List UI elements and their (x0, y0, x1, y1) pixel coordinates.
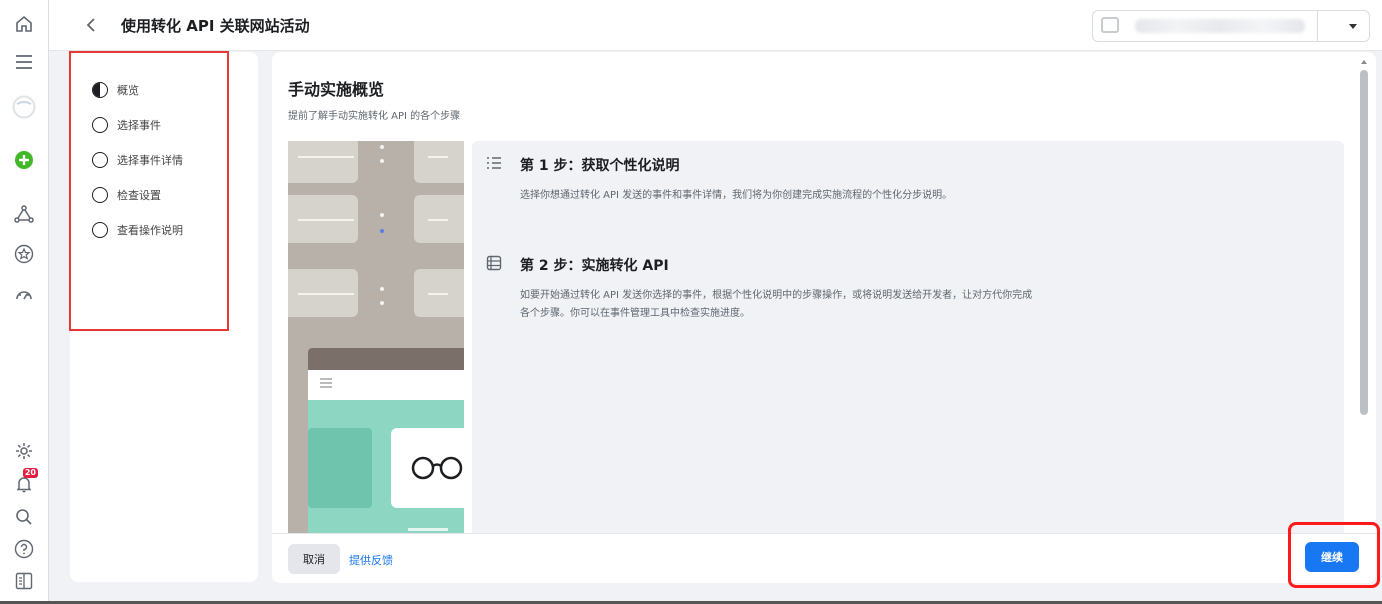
main-card: 手动实施概览 提前了解手动实施转化 API 的各个步骤 第 1 步：获取个性化说… (272, 52, 1376, 582)
feedback-link[interactable]: 提供反馈 (349, 552, 393, 568)
database-icon (486, 255, 502, 275)
left-nav-rail: 20 (0, 0, 49, 604)
scroll-up-arrow-icon[interactable] (1361, 60, 1367, 64)
gauge-icon[interactable] (12, 284, 36, 308)
step-2-heading: 第 2 步：实施转化 API (520, 258, 669, 274)
glasses-icon (391, 428, 464, 508)
notification-badge: 20 (22, 468, 38, 478)
create-plus-icon[interactable] (12, 148, 36, 172)
card-footer: 取消 提供反馈 (272, 533, 1376, 583)
account-name-redacted (1135, 19, 1305, 33)
back-button[interactable] (79, 13, 103, 37)
home-icon[interactable] (12, 12, 36, 36)
steps-highlight-box (69, 51, 229, 331)
account-icon (1101, 17, 1119, 33)
search-icon[interactable] (12, 505, 36, 529)
steps-content: 第 1 步：获取个性化说明 选择你想通过转化 API 发送的事件和事件详情，我们… (472, 141, 1344, 541)
scrollbar[interactable] (1358, 60, 1370, 530)
step-1-description: 选择你想通过转化 API 发送的事件和事件详情，我们将为你创建完成实施流程的个性… (520, 190, 953, 201)
section-title: 手动实施概览 (288, 80, 385, 99)
step-2-description: 如要开始通过转化 API 发送你选择的事件，根据个性化说明中的步骤操作，或将说明… (520, 290, 1033, 319)
help-icon[interactable] (12, 537, 36, 561)
divider (1317, 11, 1318, 41)
menu-icon[interactable] (12, 50, 36, 74)
page-header: 使用转化 API 关联网站活动 (49, 0, 1382, 51)
events-manager-icon[interactable] (12, 202, 36, 226)
settings-gear-icon[interactable] (12, 439, 36, 463)
continue-button[interactable]: 继续 (1305, 542, 1359, 572)
illustration-window (308, 348, 464, 541)
cancel-button[interactable]: 取消 (288, 544, 340, 574)
step-1-heading: 第 1 步：获取个性化说明 (520, 158, 680, 174)
checklist-icon (486, 155, 502, 175)
section-subtitle: 提前了解手动实施转化 API 的各个步骤 (288, 111, 461, 122)
panel-toggle-icon[interactable] (12, 569, 36, 593)
page-title: 使用转化 API 关联网站活动 (121, 17, 310, 35)
account-avatar[interactable] (12, 95, 36, 119)
chevron-left-icon (86, 18, 95, 32)
star-badge-icon[interactable] (12, 242, 36, 266)
caret-down-icon[interactable] (1349, 24, 1357, 29)
illustration (288, 141, 464, 541)
scrollbar-thumb[interactable] (1360, 70, 1368, 415)
account-selector[interactable] (1092, 10, 1370, 42)
notifications-bell-icon[interactable]: 20 (12, 468, 38, 496)
